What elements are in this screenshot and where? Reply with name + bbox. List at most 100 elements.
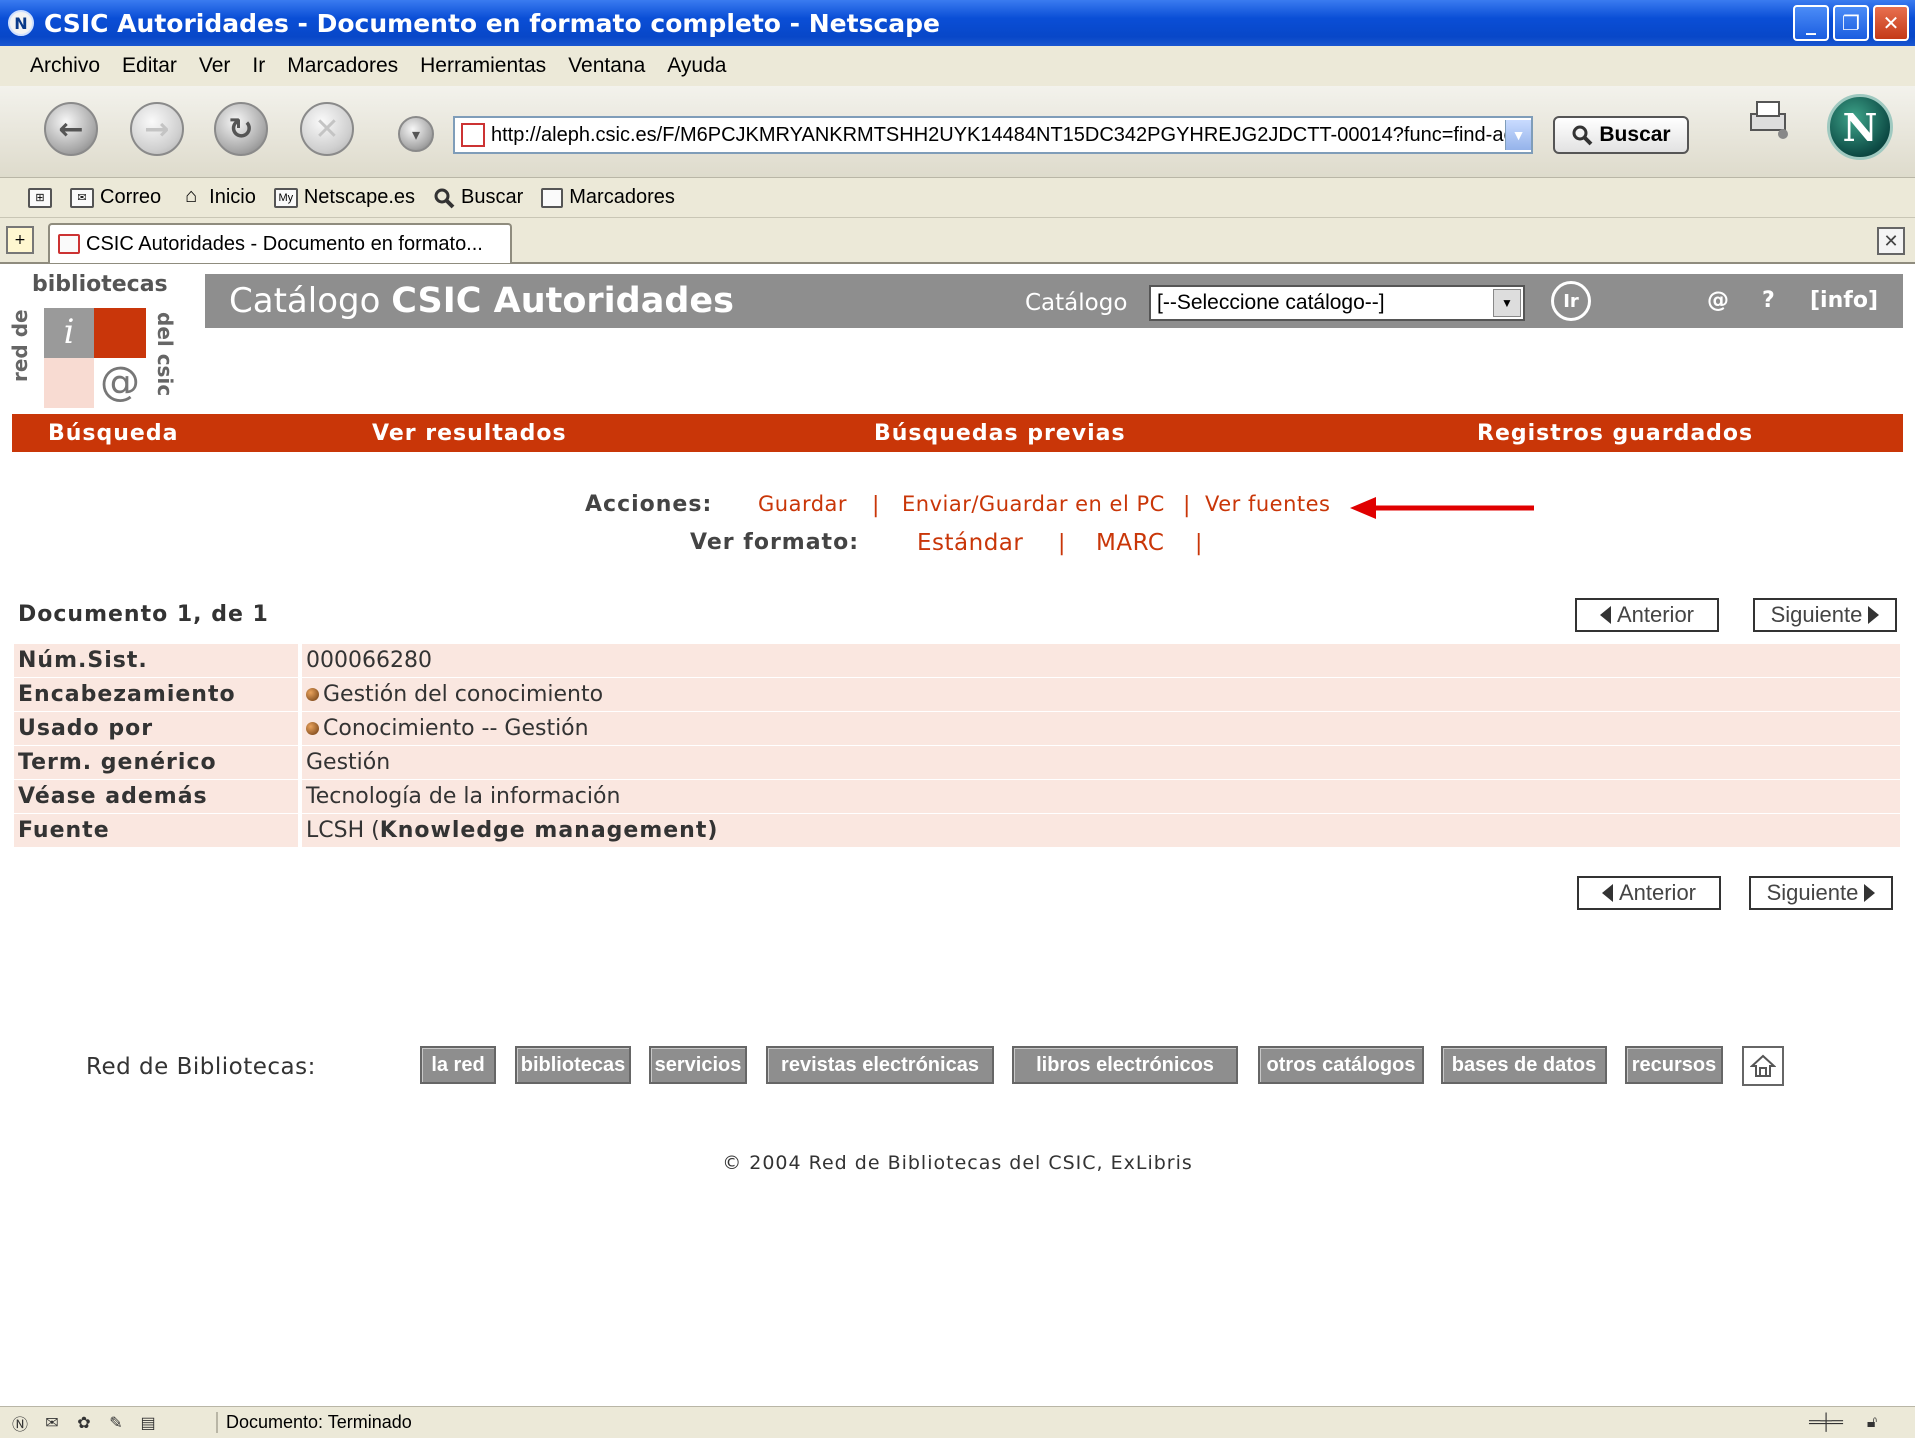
heading-link[interactable]: Gestión del conocimiento (323, 678, 603, 711)
search-icon (434, 188, 455, 208)
footer-link-bases-de-datos[interactable]: bases de datos (1441, 1046, 1607, 1084)
previous-label: Anterior (1618, 880, 1697, 905)
field-value-bold: Knowledge management) (379, 818, 719, 843)
format-standard-link[interactable]: Estándar (917, 530, 1023, 556)
maximize-button[interactable]: ❐ (1833, 5, 1869, 41)
netscape-link[interactable]: My Netscape.es (273, 186, 416, 209)
search-button[interactable]: Buscar (1553, 116, 1689, 154)
menu-herramientas[interactable]: Herramientas (420, 52, 546, 80)
page-title-main: CSIC Autoridades (391, 281, 734, 321)
nav-ver-resultados[interactable]: Ver resultados (372, 421, 567, 446)
stop-icon[interactable]: ✕ (300, 102, 354, 156)
table-row: Term. genérico Gestión (14, 746, 1900, 779)
logo-pink-square (44, 358, 94, 408)
house-icon (1750, 1054, 1776, 1077)
toolbar-search-button[interactable]: Buscar (433, 186, 523, 209)
field-name: Encabezamiento (14, 678, 298, 711)
page-icon (461, 123, 485, 147)
field-value-text: LCSH ( (306, 818, 380, 843)
netscape-status-icon[interactable]: Ⓝ (8, 1412, 32, 1434)
reload-icon[interactable]: ↻ (214, 102, 268, 156)
mail-status-icon[interactable]: ✉ (40, 1412, 64, 1434)
minimize-button[interactable]: _ (1793, 5, 1829, 41)
menu-marcadores[interactable]: Marcadores (287, 52, 398, 80)
catalog-select-value: [--Seleccione catálogo--] (1157, 291, 1385, 314)
mail-button[interactable]: ✉ Correo (70, 186, 161, 209)
close-window-button[interactable]: ✕ (1873, 5, 1909, 41)
address-book-icon[interactable]: ▤ (136, 1412, 160, 1434)
menu-ir[interactable]: Ir (252, 52, 265, 80)
footer-link-revistas[interactable]: revistas electrónicas (766, 1046, 994, 1084)
navigation-toolbar: ← → ↻ ✕ ▾ http://aleph.csic.es/F/M6PCJKM… (0, 86, 1915, 178)
field-value: LCSH (Knowledge management) (302, 814, 1900, 847)
mail-icon: ✉ (70, 187, 94, 208)
home-button[interactable]: ⌂ Inicio (179, 186, 256, 209)
nav-busqueda[interactable]: Búsqueda (48, 421, 178, 446)
composer-status-icon[interactable]: ✎ (104, 1412, 128, 1434)
table-row: Véase además Tecnología de la informació… (14, 780, 1900, 813)
menu-ver[interactable]: Ver (199, 52, 231, 80)
next-button-bottom[interactable]: Siguiente (1749, 876, 1893, 910)
tab-csic-autoridades[interactable]: CSIC Autoridades - Documento en formato.… (48, 223, 512, 263)
netscape-label: Netscape.es (303, 186, 416, 208)
separator: | (1195, 531, 1203, 556)
menu-archivo[interactable]: Archivo (30, 52, 100, 80)
save-link[interactable]: Guardar (758, 492, 847, 516)
close-tab-icon[interactable]: ✕ (1877, 227, 1905, 255)
new-tab-icon[interactable]: + (6, 226, 34, 254)
nav-busquedas-previas[interactable]: Búsquedas previas (874, 421, 1126, 446)
used-for-link[interactable]: Conocimiento -- Gestión (323, 712, 589, 745)
security-lock-icon[interactable]: 🔓︎ (1860, 1412, 1884, 1434)
table-row: Núm.Sist. 000066280 (14, 644, 1900, 677)
tab-title: CSIC Autoridades - Documento en formato.… (86, 232, 483, 255)
footer-home-button[interactable] (1742, 1046, 1784, 1086)
back-icon[interactable]: ← (44, 102, 98, 156)
table-row: Usado por Conocimiento -- Gestión (14, 712, 1900, 745)
nav-registros-guardados[interactable]: Registros guardados (1477, 421, 1753, 446)
format-marc-link[interactable]: MARC (1096, 530, 1164, 556)
csic-library-logo[interactable]: bibliotecas i @ red de del csic (8, 272, 180, 412)
main-navigation: Búsqueda Ver resultados Búsquedas previa… (12, 414, 1903, 452)
logo-red-square (94, 308, 146, 358)
field-name: Véase además (14, 780, 298, 813)
footer-link-bibliotecas[interactable]: bibliotecas (515, 1046, 631, 1084)
go-button[interactable]: Ir (1551, 281, 1591, 321)
url-dropdown-icon[interactable]: ▼ (1505, 120, 1531, 150)
url-text[interactable]: http://aleph.csic.es/F/M6PCJKMRYANKRMTSH… (491, 124, 1505, 147)
menu-ventana[interactable]: Ventana (568, 52, 645, 80)
footer-link-otros-catalogos[interactable]: otros catálogos (1258, 1046, 1424, 1084)
footer-link-la-red[interactable]: la red (420, 1046, 496, 1084)
folder-icon (541, 187, 564, 208)
select-arrow-icon[interactable]: ▼ (1493, 289, 1521, 317)
field-name: Núm.Sist. (14, 644, 298, 677)
url-bar[interactable]: http://aleph.csic.es/F/M6PCJKMRYANKRMTSH… (453, 116, 1533, 154)
forward-icon[interactable]: → (130, 102, 184, 156)
tab-bar: + CSIC Autoridades - Documento en format… (0, 218, 1915, 264)
netscape-logo-icon[interactable]: N (1827, 94, 1893, 160)
catalog-select[interactable]: [--Seleccione catálogo--] ▼ (1149, 285, 1525, 321)
bookmarks-button[interactable]: Marcadores (541, 186, 675, 209)
footer-link-recursos[interactable]: recursos (1625, 1046, 1723, 1084)
menu-editar[interactable]: Editar (122, 52, 177, 80)
previous-label: Anterior (1616, 602, 1695, 627)
info-link[interactable]: [info] (1810, 288, 1878, 313)
previous-button-top[interactable]: Anterior (1575, 598, 1719, 632)
menu-ayuda[interactable]: Ayuda (667, 52, 726, 80)
next-button-top[interactable]: Siguiente (1753, 598, 1897, 632)
send-save-pc-link[interactable]: Enviar/Guardar en el PC (902, 492, 1165, 516)
tabs-menu-button[interactable]: ⊞ (28, 187, 52, 208)
print-icon[interactable] (1745, 100, 1793, 140)
aim-status-icon[interactable]: ✿ (72, 1412, 96, 1434)
history-dropdown-icon[interactable]: ▾ (398, 116, 434, 152)
view-sources-link[interactable]: Ver fuentes (1205, 492, 1331, 516)
logo-del-csic: del csic (153, 312, 177, 397)
my-icon: My (273, 187, 298, 208)
home-icon: ⌂ (185, 184, 198, 207)
contact-link[interactable]: @ (1707, 288, 1729, 313)
netscape-app-icon: N (8, 10, 34, 36)
right-triangle-icon (1868, 606, 1880, 624)
help-link[interactable]: ? (1762, 288, 1775, 313)
previous-button-bottom[interactable]: Anterior (1577, 876, 1721, 910)
footer-link-servicios[interactable]: servicios (649, 1046, 747, 1084)
footer-link-libros[interactable]: libros electrónicos (1012, 1046, 1238, 1084)
